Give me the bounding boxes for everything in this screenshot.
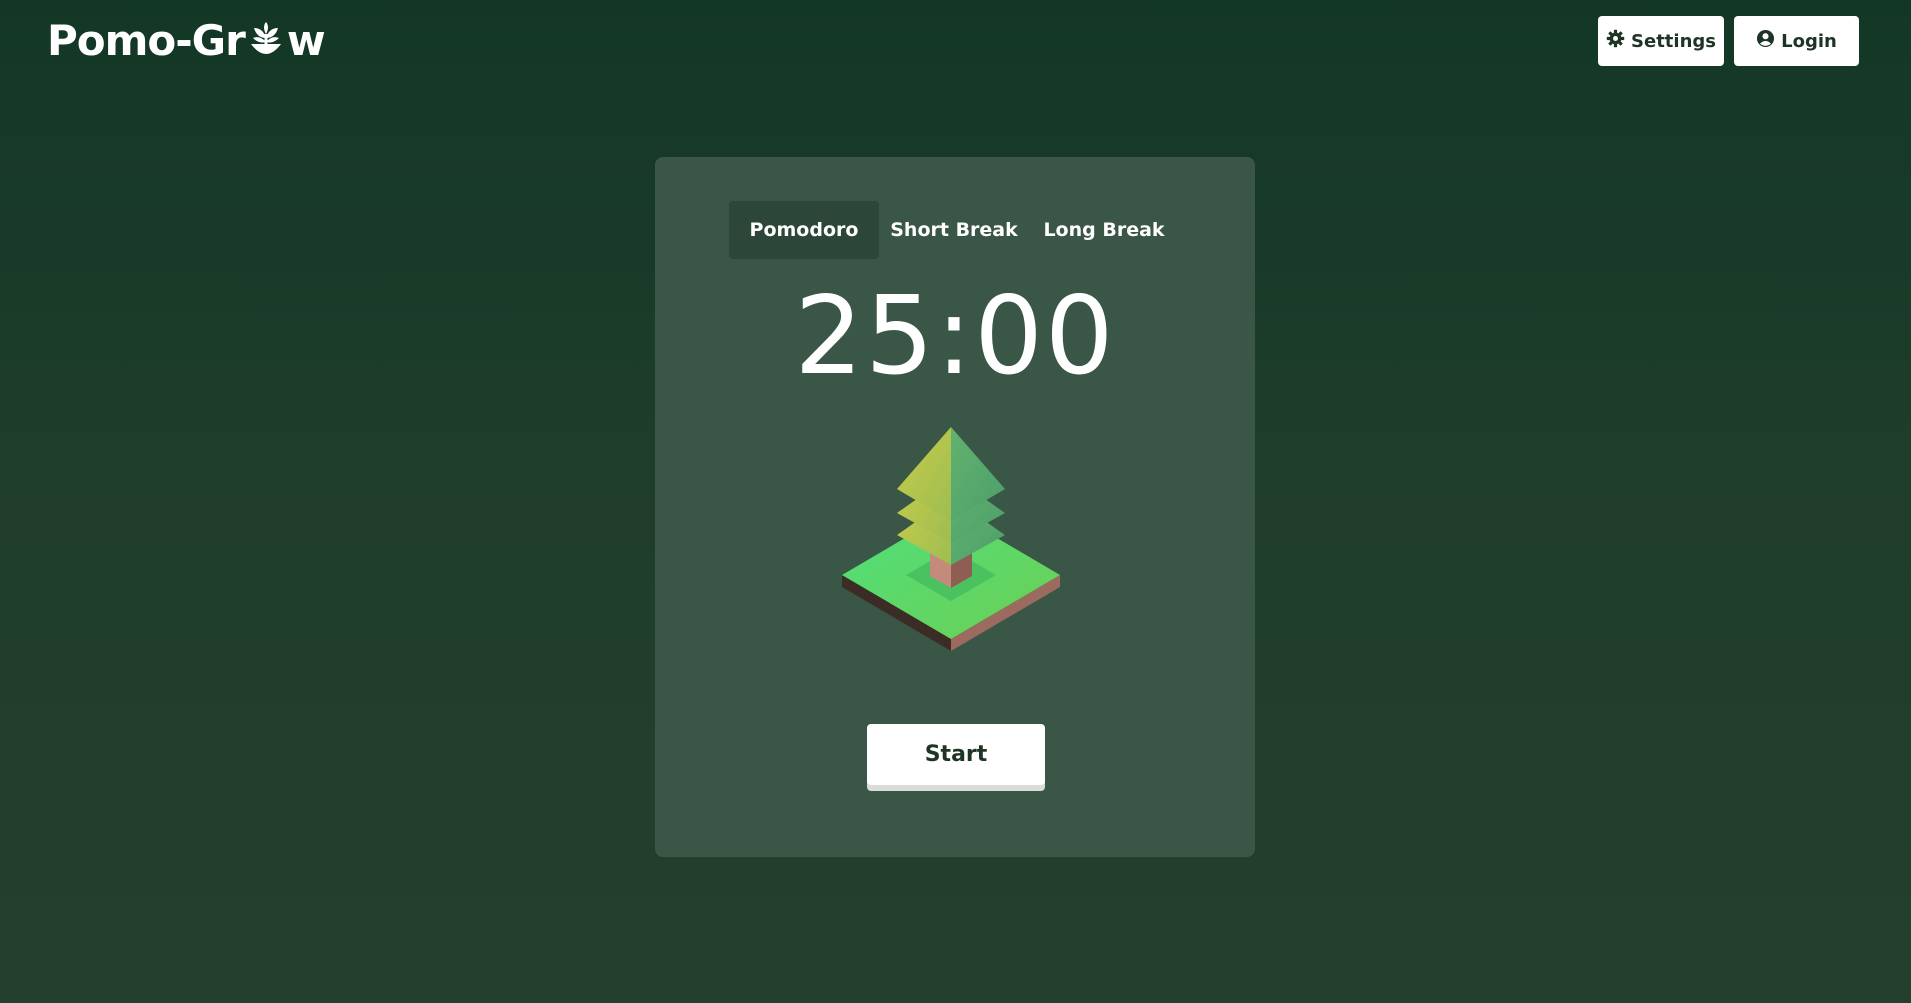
start-button[interactable]: Start	[867, 724, 1045, 785]
header-actions: Settings Login	[1598, 16, 1859, 66]
settings-button[interactable]: Settings	[1598, 16, 1724, 66]
timer-display: 25:00	[794, 274, 1116, 399]
logo-text-end: w	[286, 15, 326, 65]
sprout-icon	[247, 22, 285, 62]
tree-icon	[840, 425, 1062, 657]
mode-tabs: Pomodoro Short Break Long Break	[729, 201, 1179, 259]
app-logo: Pomo-Gr w	[47, 14, 326, 66]
settings-label: Settings	[1631, 30, 1716, 52]
timer-card: Pomodoro Short Break Long Break 25:00 St…	[655, 157, 1255, 857]
gear-icon	[1606, 29, 1625, 53]
user-circle-icon	[1756, 29, 1775, 53]
login-button[interactable]: Login	[1734, 16, 1859, 66]
tab-short-break[interactable]: Short Break	[879, 201, 1029, 259]
login-label: Login	[1781, 30, 1837, 52]
logo-text-start: Pomo-Gr	[47, 15, 246, 65]
tab-long-break[interactable]: Long Break	[1029, 201, 1179, 259]
tab-pomodoro[interactable]: Pomodoro	[729, 201, 879, 259]
